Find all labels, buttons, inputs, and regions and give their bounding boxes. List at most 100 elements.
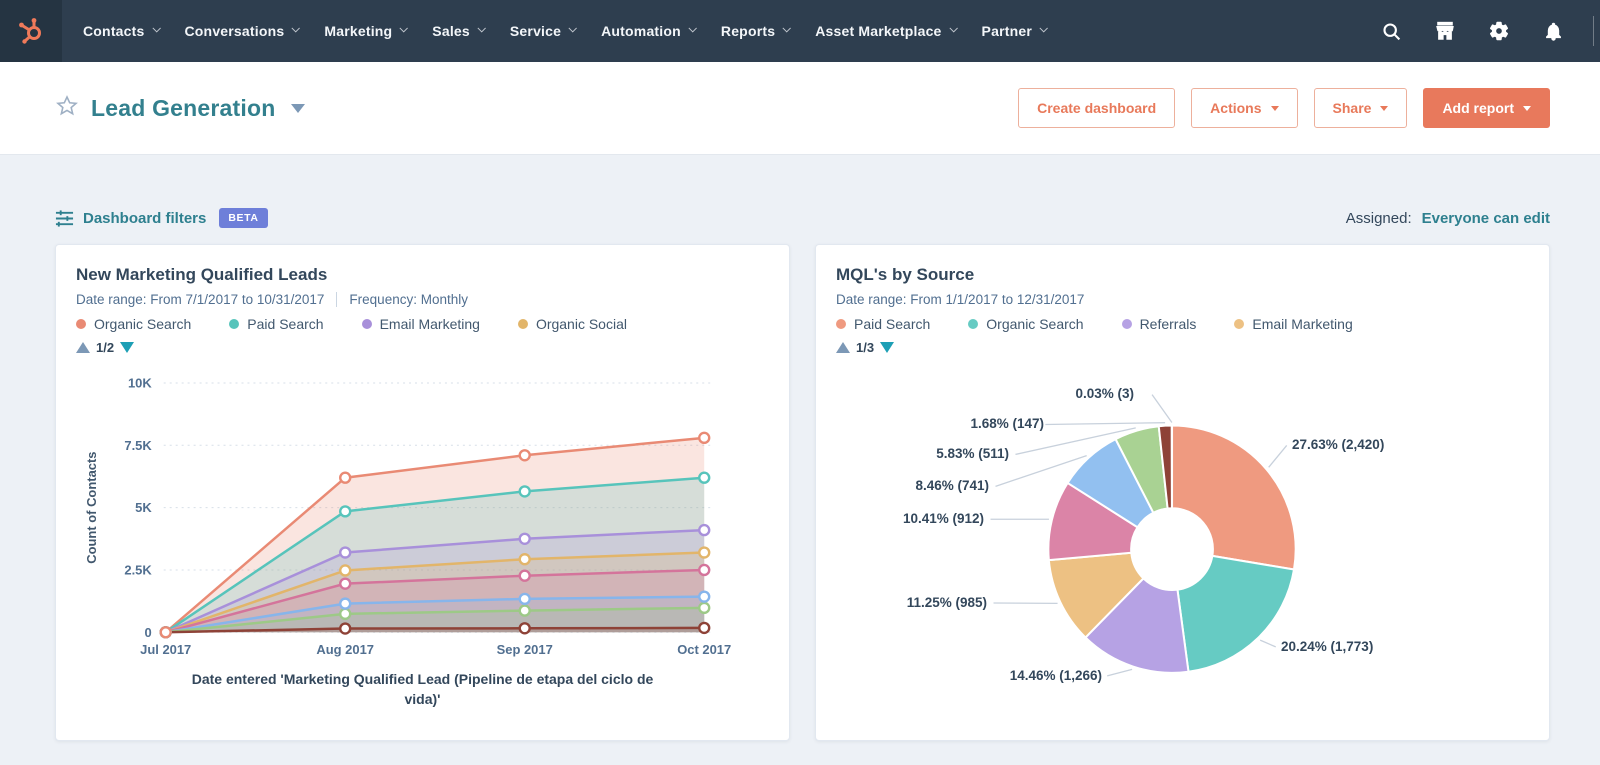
legend-item[interactable]: Email Marketing bbox=[361, 316, 480, 332]
svg-text:Jul 2017: Jul 2017 bbox=[140, 642, 191, 657]
nav-menu: Contacts Conversations Marketing Sales S… bbox=[62, 0, 1371, 62]
subtitle-divider bbox=[336, 292, 338, 307]
legend-item[interactable]: Email Marketing bbox=[1234, 316, 1353, 332]
nav-item-reports[interactable]: Reports bbox=[708, 0, 802, 62]
svg-text:10K: 10K bbox=[128, 375, 152, 390]
top-navbar: Contacts Conversations Marketing Sales S… bbox=[0, 0, 1600, 62]
legend-dot bbox=[836, 319, 846, 329]
slice-label: 27.63% (2,420) bbox=[1292, 437, 1385, 452]
report-date-range: Date range: From 7/1/2017 to 10/31/2017 bbox=[76, 292, 325, 307]
nav-item-service[interactable]: Service bbox=[497, 0, 588, 62]
x-axis-caption: Date entered 'Marketing Qualified Lead (… bbox=[191, 671, 654, 708]
chevron-down-icon bbox=[291, 24, 301, 33]
svg-text:Sep 2017: Sep 2017 bbox=[497, 642, 553, 657]
beta-badge: BETA bbox=[219, 208, 268, 228]
slice-label: 10.41% (912) bbox=[902, 511, 984, 526]
legend-item[interactable]: Paid Search bbox=[836, 316, 930, 332]
chart-legend: Organic Search Paid Search Email Marketi… bbox=[76, 316, 769, 332]
legend-page-down-icon[interactable] bbox=[880, 342, 895, 353]
slice-label: 5.83% (511) bbox=[936, 446, 1009, 461]
report-card-new-mqls: New Marketing Qualified Leads Date range… bbox=[55, 244, 790, 741]
chart-legend: Paid Search Organic Search Referrals Ema… bbox=[836, 316, 1529, 332]
chevron-down-icon bbox=[949, 24, 958, 33]
svg-text:2.5K: 2.5K bbox=[124, 562, 152, 577]
legend-item[interactable]: Paid Search bbox=[229, 316, 324, 332]
caret-down-icon bbox=[1380, 105, 1389, 111]
legend-dot bbox=[361, 319, 372, 329]
legend-item[interactable]: Organic Search bbox=[76, 316, 191, 332]
marketplace-icon[interactable] bbox=[1425, 11, 1465, 51]
report-frequency: Frequency: Monthly bbox=[349, 292, 468, 307]
create-dashboard-button[interactable]: Create dashboard bbox=[1018, 88, 1176, 128]
share-button[interactable]: Share bbox=[1313, 88, 1408, 128]
legend-pager: 1/2 bbox=[76, 340, 769, 355]
svg-text:7.5K: 7.5K bbox=[124, 438, 152, 453]
report-title: MQL's by Source bbox=[836, 265, 975, 284]
assigned-value-link[interactable]: Everyone can edit bbox=[1422, 210, 1550, 227]
filters-bar: Dashboard filters BETA Assigned: Everyon… bbox=[55, 208, 1550, 228]
legend-page-up-icon[interactable] bbox=[76, 342, 90, 353]
legend-page-down-icon[interactable] bbox=[120, 342, 135, 353]
dashboard-filters-button[interactable]: Dashboard filters BETA bbox=[55, 208, 268, 228]
nav-item-asset-marketplace[interactable]: Asset Marketplace bbox=[802, 0, 968, 62]
chevron-down-icon bbox=[151, 24, 161, 33]
slice-label: 20.24% (1,773) bbox=[1281, 639, 1374, 654]
line-chart-svg: 0 2.5K 5K 7.5K 10K Count of Contacts Jul 2017 A… bbox=[84, 375, 731, 657]
search-icon[interactable] bbox=[1371, 11, 1411, 51]
legend-page-up-icon[interactable] bbox=[836, 342, 850, 353]
slice-label: 14.46% (1,266) bbox=[1009, 668, 1102, 683]
nav-item-marketing[interactable]: Marketing bbox=[311, 0, 419, 62]
assigned-label: Assigned: bbox=[1345, 209, 1412, 227]
nav-divider bbox=[1593, 16, 1594, 46]
caret-down-icon bbox=[1270, 105, 1279, 111]
chevron-down-icon bbox=[477, 24, 486, 33]
slice-label: 8.46% (741) bbox=[915, 478, 989, 493]
legend-item[interactable]: Referrals bbox=[1121, 316, 1196, 332]
nav-item-sales[interactable]: Sales bbox=[419, 0, 497, 62]
chevron-down-icon bbox=[568, 24, 578, 33]
favorite-star-icon[interactable] bbox=[55, 94, 79, 123]
svg-text:Aug 2017: Aug 2017 bbox=[316, 642, 374, 657]
settings-icon[interactable] bbox=[1479, 11, 1519, 51]
nav-item-partner[interactable]: Partner bbox=[969, 0, 1059, 62]
report-card-mqls-by-source: MQL's by Source Date range: From 1/1/201… bbox=[815, 244, 1550, 741]
dashboard-header: Lead Generation Create dashboard Actions… bbox=[0, 62, 1600, 155]
report-title: New Marketing Qualified Leads bbox=[76, 265, 328, 284]
filter-sliders-icon bbox=[55, 209, 74, 227]
dashboard-switcher-caret-icon[interactable] bbox=[291, 103, 306, 113]
nav-item-contacts[interactable]: Contacts bbox=[70, 0, 172, 62]
chevron-down-icon bbox=[399, 24, 409, 33]
legend-dot bbox=[968, 319, 979, 329]
chevron-down-icon bbox=[1039, 24, 1048, 33]
legend-dot bbox=[76, 319, 86, 329]
legend-page-indicator: 1/3 bbox=[856, 340, 875, 355]
legend-dot bbox=[1121, 319, 1132, 329]
nav-item-conversations[interactable]: Conversations bbox=[172, 0, 312, 62]
legend-pager: 1/3 bbox=[836, 340, 1529, 355]
slice-label: 1.68% (147) bbox=[970, 416, 1044, 431]
chevron-down-icon bbox=[782, 24, 792, 33]
slice-label: 0.03% (3) bbox=[1075, 386, 1134, 401]
add-report-button[interactable]: Add report bbox=[1423, 88, 1550, 128]
svg-text:Count of Contacts: Count of Contacts bbox=[84, 452, 99, 564]
notifications-icon[interactable] bbox=[1533, 11, 1573, 51]
legend-dot bbox=[1234, 319, 1245, 329]
nav-item-automation[interactable]: Automation bbox=[588, 0, 708, 62]
svg-text:0: 0 bbox=[145, 625, 152, 640]
line-chart: 0 2.5K 5K 7.5K 10K Count of Contacts Jul 2017 A… bbox=[56, 373, 789, 665]
legend-page-indicator: 1/2 bbox=[96, 340, 115, 355]
legend-dot bbox=[517, 319, 528, 329]
legend-item[interactable]: Organic Social bbox=[517, 316, 627, 332]
chevron-down-icon bbox=[688, 24, 697, 33]
actions-button[interactable]: Actions bbox=[1191, 88, 1298, 128]
slice-label: 11.25% (985) bbox=[906, 595, 987, 610]
page-title: Lead Generation bbox=[91, 94, 276, 121]
hubspot-logo[interactable] bbox=[0, 0, 62, 62]
caret-down-icon bbox=[1523, 105, 1531, 111]
svg-text:Oct 2017: Oct 2017 bbox=[677, 642, 731, 657]
nav-utilities bbox=[1371, 0, 1600, 62]
hubspot-sprocket-icon bbox=[19, 18, 41, 44]
report-date-range: Date range: From 1/1/2017 to 12/31/2017 bbox=[836, 292, 1085, 307]
legend-item[interactable]: Organic Search bbox=[968, 316, 1084, 332]
dashboard-filters-label: Dashboard filters bbox=[83, 209, 207, 227]
